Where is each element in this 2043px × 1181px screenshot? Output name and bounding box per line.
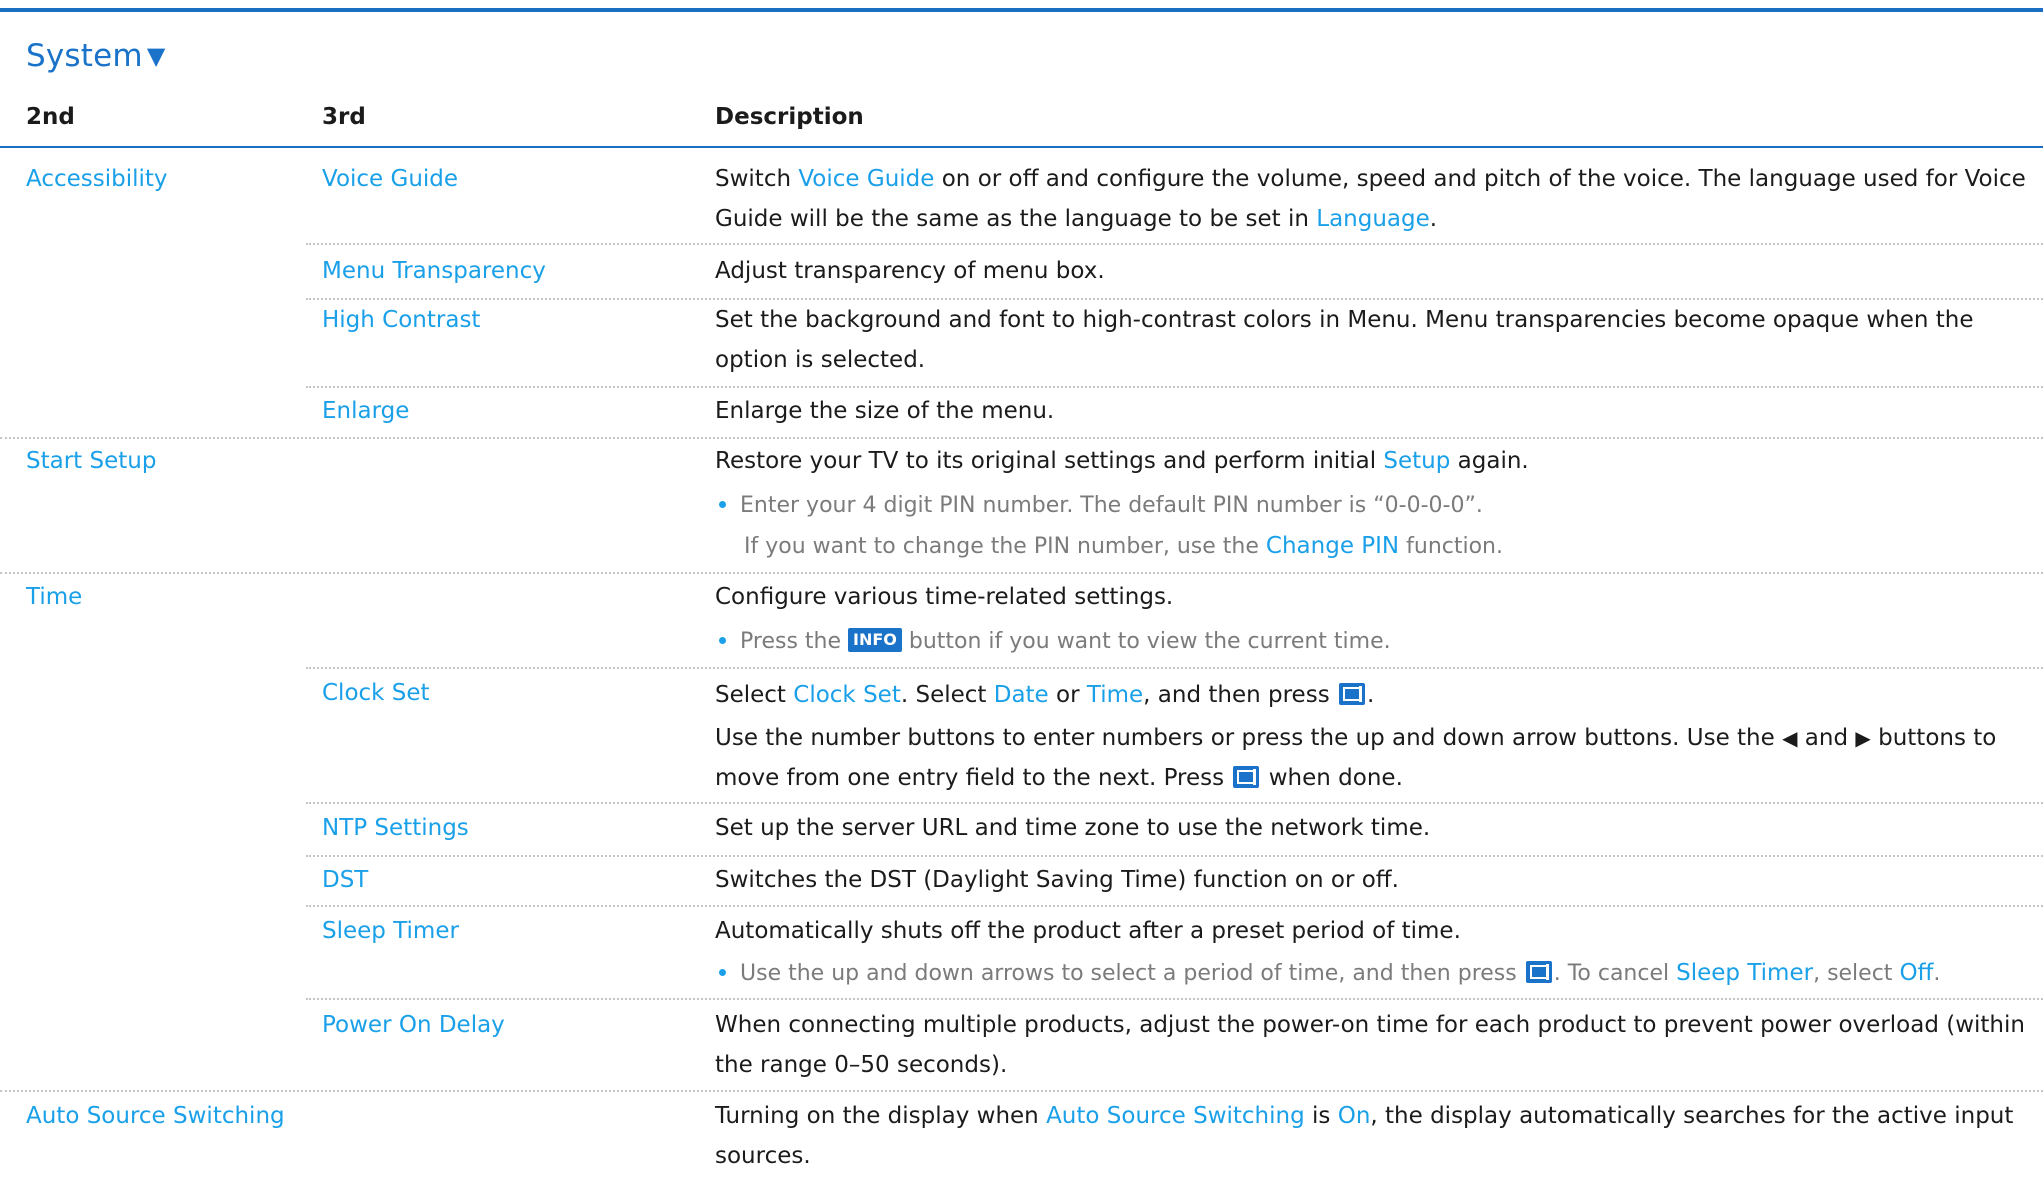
desc-text: Restore your TV to its original settings… [715, 448, 1384, 474]
desc-text: and [1797, 725, 1856, 751]
clock-set-link[interactable]: Clock Set [793, 682, 901, 708]
row-sleep-timer[interactable]: Sleep Timer [322, 911, 702, 951]
desc-text: Select [715, 682, 794, 708]
voice-guide-link[interactable]: Voice Guide [798, 166, 934, 192]
setup-link[interactable]: Setup [1383, 448, 1450, 474]
enter-button-icon [1339, 682, 1365, 705]
on-link[interactable]: On [1338, 1103, 1371, 1129]
auto-source-switching-link[interactable]: Auto Source Switching [1046, 1103, 1305, 1129]
start-setup-description: Restore your TV to its original settings… [715, 441, 2035, 481]
row-divider [306, 855, 2043, 857]
note-text: , select [1813, 961, 1900, 986]
ntp-settings-description: Set up the server URL and time zone to u… [715, 815, 1431, 841]
row-time[interactable]: Time [26, 577, 296, 617]
row-high-contrast[interactable]: High Contrast [322, 300, 702, 340]
note-text: Press the [740, 629, 848, 654]
desc-text: Turning on the display when [715, 1103, 1047, 1129]
row-accessibility[interactable]: Accessibility [26, 159, 296, 199]
time-description: Configure various time-related settings. [715, 584, 1174, 610]
menu-transparency-description: Adjust transparency of menu box. [715, 258, 1105, 284]
high-contrast-description: Set the background and font to high-cont… [715, 307, 1974, 373]
desc-text: Use the number buttons to enter numbers … [715, 725, 1783, 751]
clock-set-description-2: Use the number buttons to enter numbers … [715, 718, 2035, 798]
off-link[interactable]: Off [1899, 960, 1933, 986]
note-text: . [1933, 961, 1941, 986]
section-divider [0, 1090, 2043, 1092]
section-title[interactable]: System ▼ [26, 38, 165, 74]
sleep-timer-link[interactable]: Sleep Timer [1676, 960, 1813, 986]
column-header-3rd: 3rd [322, 104, 366, 130]
bullet-icon [719, 500, 726, 508]
enter-button-icon [1233, 765, 1260, 788]
language-link[interactable]: Language [1316, 206, 1430, 232]
row-start-setup[interactable]: Start Setup [26, 441, 296, 481]
time-link[interactable]: Time [1087, 682, 1143, 708]
change-pin-link[interactable]: Change PIN [1266, 533, 1399, 559]
time-note: Press the INFO button if you want to vie… [715, 622, 2035, 662]
desc-text: , and then press [1143, 682, 1337, 708]
enter-button-icon [1525, 961, 1552, 983]
row-voice-guide[interactable]: Voice Guide [322, 159, 702, 199]
start-setup-note: Enter your 4 digit PIN number. The defau… [715, 486, 2035, 526]
row-dst[interactable]: DST [322, 860, 702, 900]
start-setup-note-2: If you want to change the PIN number, us… [715, 526, 2035, 567]
note-text: function. [1399, 534, 1503, 559]
desc-text: . Select [900, 682, 994, 708]
desc-text: when done. [1261, 765, 1403, 791]
dst-description: Switches the DST (Daylight Saving Time) … [715, 867, 1399, 893]
section-title-text: System [26, 38, 143, 74]
enlarge-description: Enlarge the size of the menu. [715, 398, 1055, 424]
desc-text: is [1304, 1103, 1338, 1129]
sleep-timer-note: Use the up and down arrows to select a p… [715, 953, 2035, 994]
column-header-2nd: 2nd [26, 104, 75, 130]
row-divider [306, 386, 2043, 388]
row-divider [306, 905, 2043, 907]
note-text: If you want to change the PIN number, us… [744, 534, 1266, 559]
bullet-icon [719, 636, 726, 644]
row-enlarge[interactable]: Enlarge [322, 391, 702, 431]
column-header-description: Description [715, 104, 864, 130]
clock-set-description: Select Clock Set. Select Date or Time, a… [715, 675, 2035, 715]
triangle-down-icon[interactable]: ▼ [147, 42, 166, 70]
section-divider [0, 437, 2043, 439]
voice-guide-description: Switch Voice Guide on or off and configu… [715, 159, 2035, 239]
note-text: Enter your 4 digit PIN number. The defau… [740, 493, 1483, 518]
row-menu-transparency[interactable]: Menu Transparency [322, 251, 702, 291]
top-rule [0, 8, 2043, 12]
note-text: . To cancel [1553, 961, 1677, 986]
desc-text: again. [1450, 448, 1529, 474]
desc-text: . [1429, 206, 1438, 232]
desc-text: Switch [715, 166, 799, 192]
desc-text: or [1048, 682, 1087, 708]
auto-source-description: Turning on the display when Auto Source … [715, 1096, 2035, 1176]
power-on-delay-description: When connecting multiple products, adjus… [715, 1012, 2025, 1078]
row-divider [306, 802, 2043, 804]
section-divider [0, 572, 2043, 574]
desc-text: . [1367, 682, 1375, 708]
header-divider [0, 146, 2043, 148]
row-ntp-settings[interactable]: NTP Settings [322, 808, 702, 848]
bullet-icon [719, 968, 726, 976]
sleep-timer-description: Automatically shuts off the product afte… [715, 918, 1461, 944]
left-arrow-icon: ◀ [1782, 726, 1798, 750]
row-clock-set[interactable]: Clock Set [322, 673, 702, 713]
row-divider [306, 998, 2043, 1000]
row-power-on-delay[interactable]: Power On Delay [322, 1005, 702, 1045]
row-auto-source-switching[interactable]: Auto Source Switching [26, 1096, 296, 1136]
row-divider [306, 667, 2043, 669]
note-text: Use the up and down arrows to select a p… [740, 961, 1524, 986]
note-text: button if you want to view the current t… [901, 629, 1391, 654]
row-divider [306, 243, 2043, 245]
right-arrow-icon: ▶ [1855, 726, 1871, 750]
info-button-icon: INFO [848, 628, 902, 652]
date-link[interactable]: Date [994, 682, 1049, 708]
